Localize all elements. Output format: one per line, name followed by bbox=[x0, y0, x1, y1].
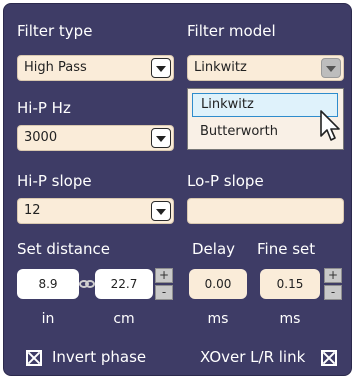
chevron-down-icon[interactable] bbox=[321, 58, 341, 78]
filter-model-select[interactable]: Linkwitz bbox=[187, 55, 344, 81]
mouse-cursor-icon bbox=[320, 110, 340, 141]
filter-model-value: Linkwitz bbox=[194, 60, 247, 75]
lop-slope-select[interactable] bbox=[187, 198, 344, 224]
unit-in-label: in bbox=[41, 311, 55, 327]
hip-hz-label: Hi-P Hz bbox=[17, 99, 71, 117]
delay-label: Delay bbox=[192, 240, 236, 258]
xover-link-checkbox[interactable] bbox=[321, 350, 337, 366]
menu-item-butterworth[interactable]: Butterworth bbox=[192, 120, 338, 144]
fine-set-decrement-button[interactable]: - bbox=[324, 285, 342, 300]
distance-stepper: + - bbox=[155, 268, 173, 300]
fine-set-stepper: + - bbox=[324, 268, 342, 300]
fine-set-unit-label: ms bbox=[279, 311, 301, 327]
chevron-down-icon[interactable] bbox=[151, 201, 171, 221]
distance-decrement-button[interactable]: - bbox=[155, 285, 173, 300]
unit-cm-label: cm bbox=[113, 311, 135, 327]
hip-slope-label: Hi-P slope bbox=[17, 172, 92, 190]
filter-type-select[interactable]: High Pass bbox=[17, 55, 174, 81]
delay-unit-label: ms bbox=[207, 311, 229, 327]
fine-set-increment-button[interactable]: + bbox=[324, 268, 342, 283]
menu-item-linkwitz[interactable]: Linkwitz bbox=[192, 93, 338, 117]
distance-cm-input[interactable]: 22.7 bbox=[95, 269, 153, 299]
xover-link-label: XOver L/R link bbox=[200, 348, 306, 366]
lop-slope-label: Lo-P slope bbox=[187, 172, 264, 190]
chevron-down-icon[interactable] bbox=[151, 128, 171, 148]
hip-hz-value: 3000 bbox=[24, 130, 58, 145]
invert-phase-label: Invert phase bbox=[52, 348, 147, 366]
fine-set-label: Fine set bbox=[257, 240, 316, 258]
filter-type-value: High Pass bbox=[24, 60, 87, 75]
distance-inches-input[interactable]: 8.9 bbox=[17, 269, 79, 299]
crossover-panel: Filter type High Pass Filter model Linkw… bbox=[3, 3, 352, 376]
hip-hz-select[interactable]: 3000 bbox=[17, 125, 174, 151]
link-icon bbox=[79, 280, 95, 288]
delay-input[interactable]: 0.00 bbox=[189, 269, 247, 299]
set-distance-label: Set distance bbox=[17, 240, 110, 258]
chevron-down-icon[interactable] bbox=[151, 58, 171, 78]
fine-set-input[interactable]: 0.15 bbox=[260, 269, 320, 299]
invert-phase-checkbox[interactable] bbox=[26, 350, 42, 366]
filter-type-label: Filter type bbox=[17, 22, 93, 40]
distance-increment-button[interactable]: + bbox=[155, 268, 173, 283]
hip-slope-select[interactable]: 12 bbox=[17, 198, 174, 224]
hip-slope-value: 12 bbox=[24, 203, 41, 218]
filter-model-label: Filter model bbox=[187, 22, 276, 40]
